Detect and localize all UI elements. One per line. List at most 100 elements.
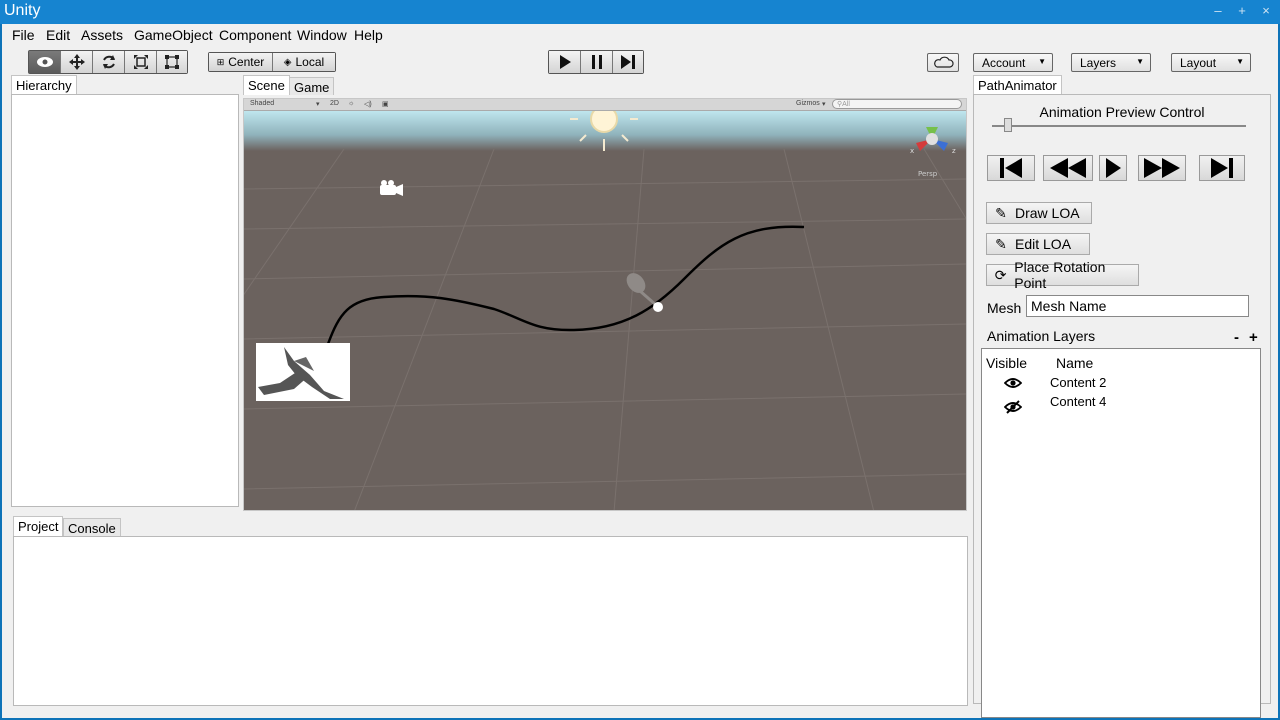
pivot-center-button[interactable]: ⊞ Center [209, 53, 273, 71]
scale-tool-button[interactable] [125, 51, 157, 73]
draw-loa-button[interactable]: ✎ Draw LOA [986, 202, 1092, 224]
remove-layer-button[interactable]: - [1234, 329, 1239, 346]
dropdown-arrow-icon: ▼ [1038, 57, 1046, 66]
play-button[interactable] [549, 51, 581, 73]
add-layer-button[interactable]: + [1249, 329, 1258, 346]
maximize-button[interactable]: + [1234, 3, 1250, 19]
account-dropdown[interactable]: Account ▼ [973, 53, 1053, 72]
play-icon [559, 55, 571, 69]
menu-edit[interactable]: Edit [46, 27, 70, 43]
edit-loa-label: Edit LOA [1015, 236, 1072, 252]
pause-icon [591, 55, 602, 69]
list-item[interactable]: Content 4 [982, 394, 1260, 414]
path-animator-panel: Animation Preview Control ✎ Draw LOA ✎ E… [973, 94, 1271, 718]
menu-gameobject[interactable]: GameObject [134, 27, 213, 43]
pause-button[interactable] [581, 51, 613, 73]
pivot-center-label: Center [228, 55, 265, 69]
lighting-icon[interactable]: ☼ [348, 100, 354, 107]
animation-layers-title: Animation Layers [987, 328, 1096, 344]
menu-assets[interactable]: Assets [81, 27, 123, 43]
scene-view[interactable]: x z Persp Shaded ▾ 2D ☼ ◁) ▣ Gizmos ▾ ⚲ A… [243, 98, 967, 511]
tab-project[interactable]: Project [13, 516, 64, 536]
audio-icon[interactable]: ◁) [364, 100, 372, 108]
cube-icon: ◈ [283, 56, 292, 68]
layers-dropdown[interactable]: Layers ▼ [1071, 53, 1151, 72]
eye-icon [36, 57, 53, 67]
place-rotation-point-button[interactable]: ⟳ Place Rotation Point [986, 259, 1139, 291]
scale-icon [133, 55, 148, 69]
preview-slider-thumb[interactable] [1004, 118, 1013, 132]
rewind-button[interactable] [1043, 155, 1093, 181]
view-tool-button[interactable] [29, 51, 61, 73]
camera-icon [380, 180, 403, 196]
account-label: Account [982, 56, 1026, 70]
gizmos-dropdown[interactable]: Gizmos [796, 100, 820, 107]
close-button[interactable]: × [1258, 3, 1274, 19]
scene-search-placeholder: All [842, 101, 850, 108]
menu-help[interactable]: Help [354, 27, 383, 43]
mesh-name-field[interactable]: Mesh Name [1026, 295, 1249, 317]
name-column-header: Name [1056, 355, 1094, 371]
tab-path-animator[interactable]: PathAnimator [973, 75, 1062, 95]
project-panel [13, 536, 968, 706]
rect-tool-button[interactable] [157, 51, 187, 73]
gizmo-x-label: x [910, 147, 914, 155]
preview-slider-track[interactable] [992, 118, 1246, 132]
layers-label: Layers [1080, 56, 1117, 70]
minimize-button[interactable]: – [1210, 3, 1226, 19]
visibility-toggle[interactable] [1003, 400, 1023, 417]
menu-bar: File Edit Assets GameObject Component Wi… [2, 24, 1278, 46]
tab-hierarchy[interactable]: Hierarchy [11, 75, 77, 95]
visibility-toggle[interactable] [1003, 377, 1023, 392]
rotation-point-handle[interactable] [623, 269, 663, 312]
layout-label: Layout [1180, 56, 1217, 70]
scene-view-toolbar: Shaded ▾ 2D ☼ ◁) ▣ Gizmos ▾ ⚲ All [244, 99, 966, 111]
space-local-label: Local [295, 55, 325, 69]
main-toolbar: ⊞ Center ◈ Local Account ▼ Layers ▼ Layo… [2, 46, 1278, 76]
orientation-gizmo[interactable]: x z Persp [910, 127, 956, 178]
cloud-button[interactable] [927, 53, 959, 72]
tab-game[interactable]: Game [289, 77, 335, 95]
playback-controls [548, 50, 644, 74]
goto-start-button[interactable] [987, 155, 1035, 181]
shading-dropdown-arrow-icon: ▾ [316, 101, 320, 108]
menu-file[interactable]: File [12, 27, 35, 43]
pivot-toggles: ⊞ Center ◈ Local [208, 52, 336, 72]
rotate-tool-button[interactable] [93, 51, 125, 73]
pencil-icon: ✎ [995, 204, 1007, 221]
fast-forward-button[interactable] [1138, 155, 1186, 181]
cloud-icon [934, 56, 954, 68]
edit-loa-button[interactable]: ✎ Edit LOA [986, 233, 1090, 255]
pencil-icon: ✎ [995, 235, 1007, 252]
place-rotation-label: Place Rotation Point [1014, 259, 1106, 291]
menu-window[interactable]: Window [297, 27, 347, 43]
tab-scene[interactable]: Scene [243, 75, 290, 95]
preview-control-title: Animation Preview Control [1039, 104, 1205, 120]
goto-end-button[interactable] [1199, 155, 1245, 181]
list-item[interactable]: Content 2 [982, 375, 1260, 393]
tab-console[interactable]: Console [63, 518, 121, 536]
animation-layers-list: Visible Name Content 2 Content 4 [981, 348, 1261, 718]
rotate-icon: ⟳ [994, 266, 1007, 283]
draw-loa-label: Draw LOA [1015, 205, 1080, 221]
mode-2d-button[interactable]: 2D [330, 100, 339, 107]
space-local-button[interactable]: ◈ Local [273, 53, 335, 71]
transform-tools [28, 50, 188, 74]
dropdown-arrow-icon: ▼ [1136, 57, 1144, 66]
rotate-icon [102, 55, 115, 69]
move-tool-button[interactable] [61, 51, 93, 73]
shading-dropdown[interactable]: Shaded [250, 100, 274, 107]
layer-name: Content 2 [1050, 375, 1107, 390]
step-icon [621, 55, 635, 69]
effects-icon[interactable]: ▣ [382, 100, 389, 108]
step-button[interactable] [613, 51, 643, 73]
layout-dropdown[interactable]: Layout ▼ [1171, 53, 1251, 72]
persp-label[interactable]: Persp [918, 170, 938, 178]
menu-component[interactable]: Component [219, 27, 291, 43]
preview-play-button[interactable] [1099, 155, 1127, 181]
play-icon [1106, 158, 1121, 178]
character-preview-thumbnail [256, 343, 350, 401]
title-bar: Unity – + × [0, 0, 1280, 24]
scene-search-input[interactable]: ⚲ All [832, 99, 962, 109]
scene-canvas: x z Persp [244, 99, 966, 510]
